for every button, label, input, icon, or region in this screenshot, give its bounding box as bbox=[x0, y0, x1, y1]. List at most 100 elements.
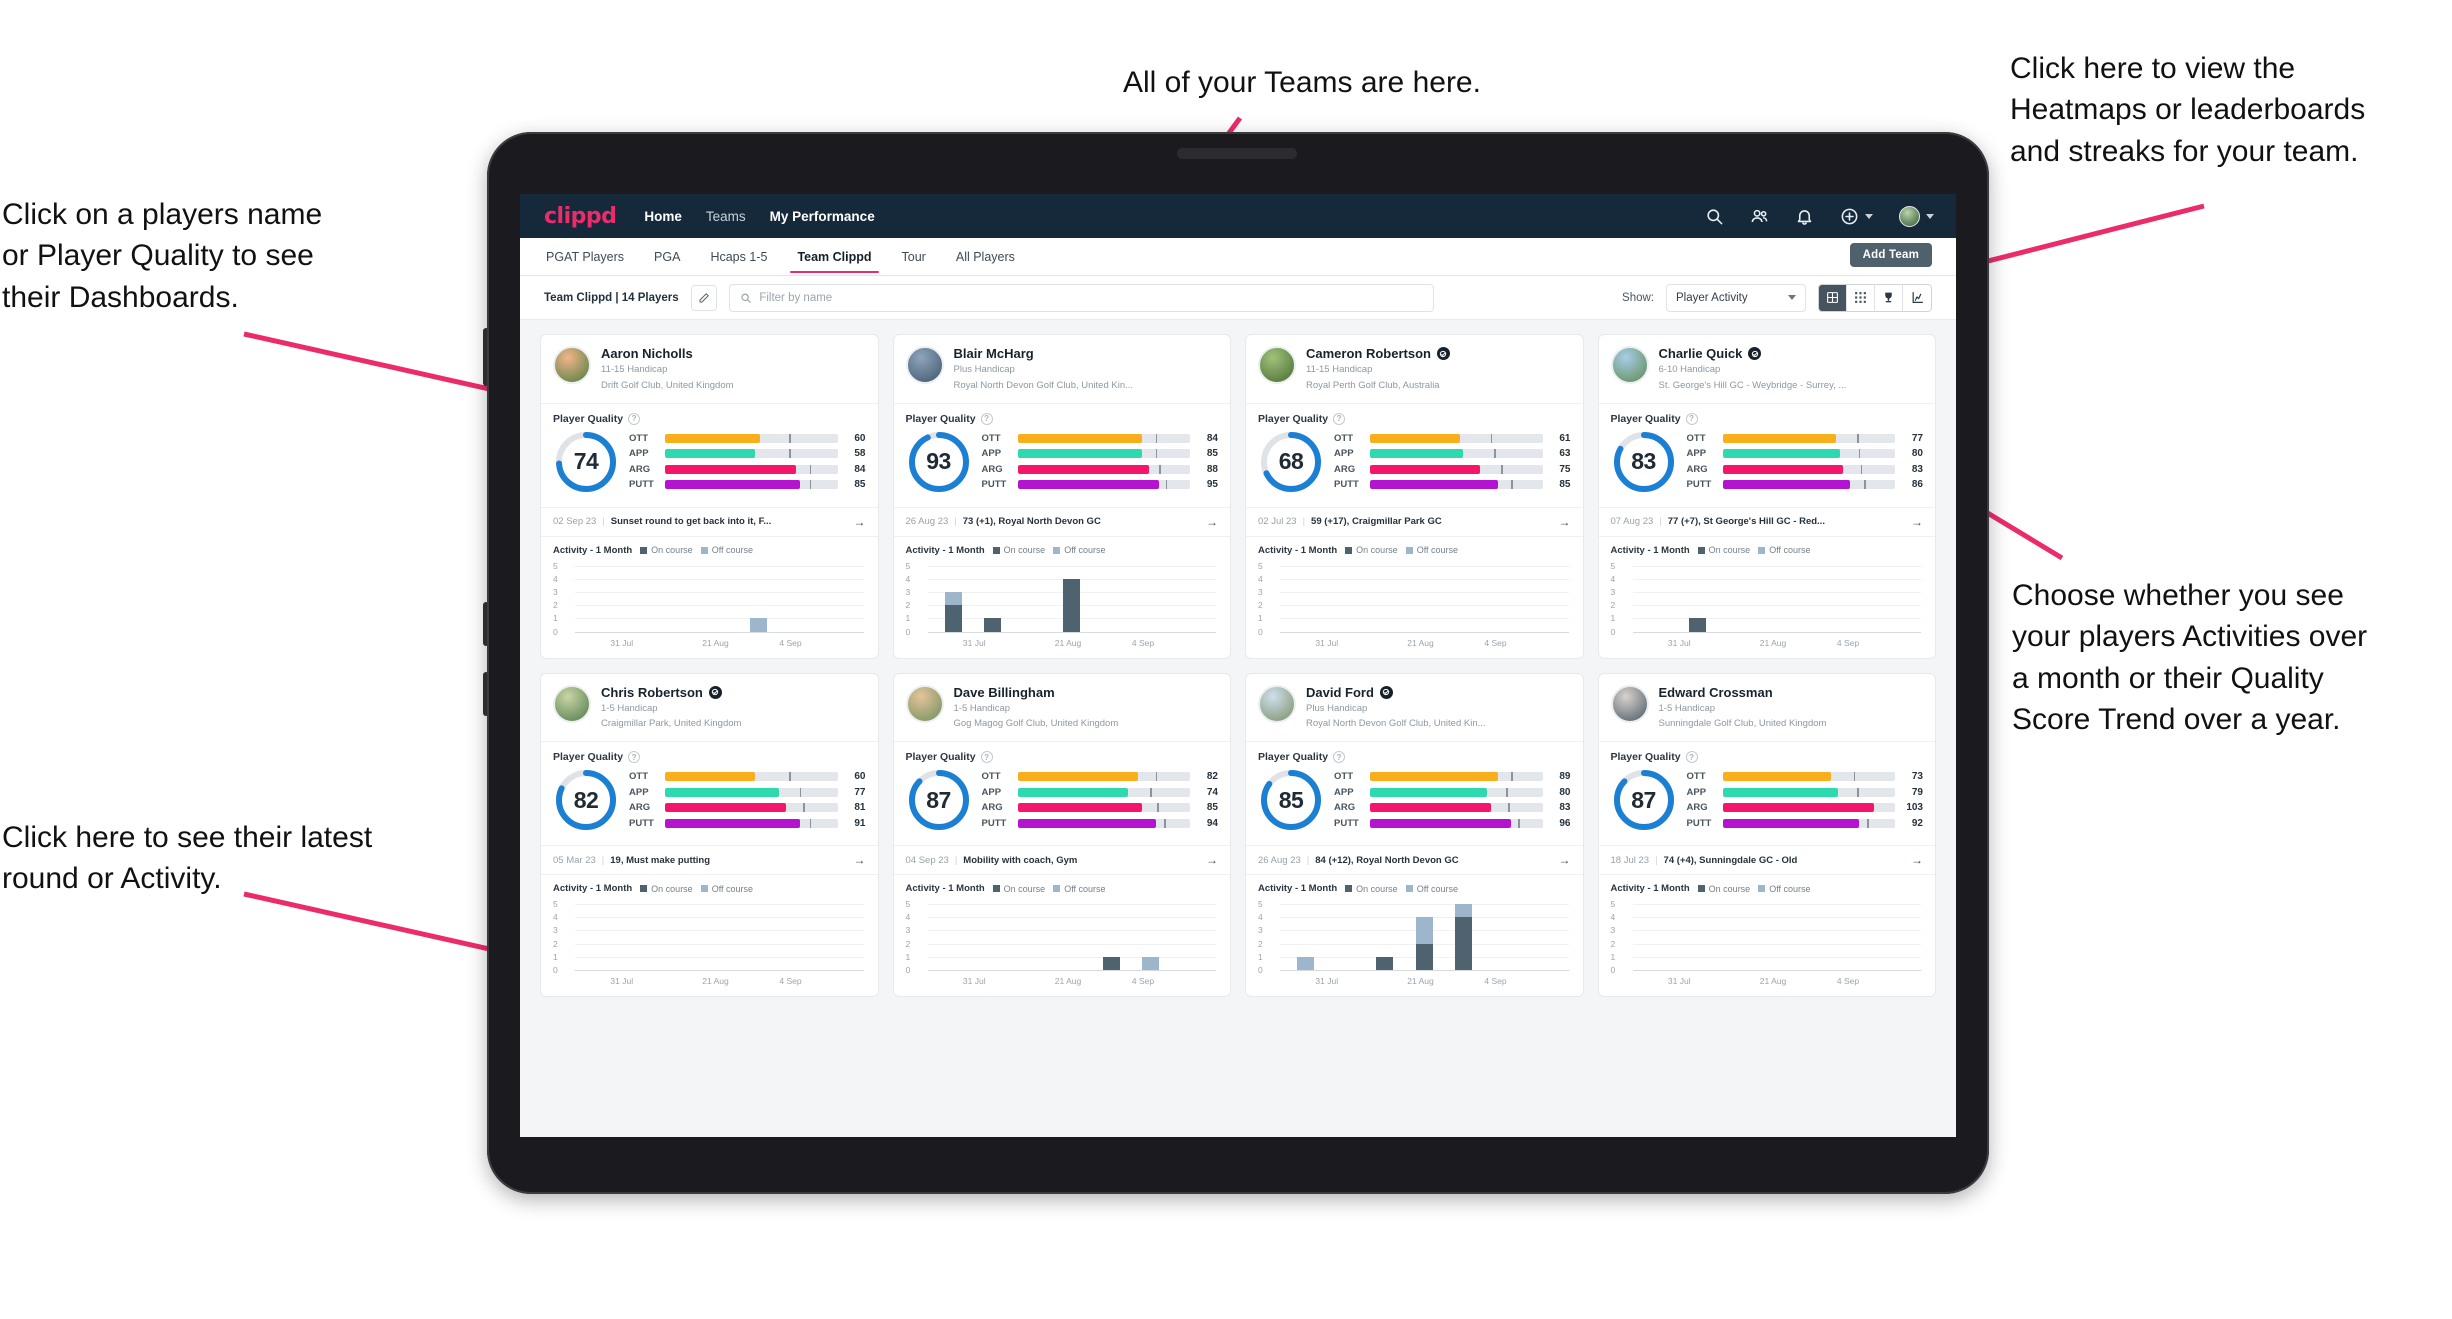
device-side-button[interactable] bbox=[483, 672, 489, 716]
nav-my-performance[interactable]: My Performance bbox=[770, 209, 875, 224]
tab-team-clippd[interactable]: Team Clippd bbox=[790, 240, 879, 273]
player-quality-section[interactable]: Player Quality? 85 OTT 89 APP 80 ARG 83 PUTT 96 bbox=[1246, 741, 1583, 845]
tab-all-players[interactable]: All Players bbox=[954, 240, 1017, 273]
player-name-row[interactable]: Blair McHarg bbox=[954, 346, 1134, 361]
player-quality-section[interactable]: Player Quality? 87 OTT 82 APP 74 ARG 85 PUTT 94 bbox=[893, 741, 1230, 845]
search-box[interactable] bbox=[728, 283, 1434, 312]
player-card[interactable]: Aaron Nicholls 11-15 Handicap Drift Golf C… bbox=[540, 334, 879, 659]
nav-home[interactable]: Home bbox=[644, 209, 682, 224]
arrow-right-icon[interactable]: → bbox=[1911, 853, 1923, 867]
player-card-header[interactable]: Aaron Nicholls 11-15 Handicap Drift Golf C… bbox=[541, 335, 878, 403]
avatar[interactable] bbox=[1610, 684, 1649, 723]
streak-icon[interactable] bbox=[1903, 284, 1931, 311]
tab-pga[interactable]: PGA bbox=[652, 240, 682, 273]
player-name-row[interactable]: Chris Robertson bbox=[601, 685, 741, 700]
quality-score-donut[interactable]: 83 bbox=[1611, 429, 1677, 495]
player-name-row[interactable]: David Ford bbox=[1306, 685, 1486, 700]
help-icon[interactable]: ? bbox=[980, 412, 993, 425]
help-icon[interactable]: ? bbox=[1333, 412, 1346, 425]
people-icon[interactable] bbox=[1750, 207, 1769, 226]
avatar[interactable] bbox=[553, 346, 591, 384]
show-select[interactable]: Player Activity bbox=[1666, 283, 1806, 312]
player-card[interactable]: Dave Billingham 1-5 Handicap Gog Magog Gol… bbox=[892, 672, 1231, 998]
player-card[interactable]: Edward Crossman 1-5 Handicap Sunningdale G… bbox=[1597, 672, 1936, 998]
player-quality-section[interactable]: Player Quality? 68 OTT 61 APP 63 ARG 75 PUTT 85 bbox=[1246, 402, 1583, 507]
latest-round-row[interactable]: 04 Sep 23 | Mobility with coach, Gym → bbox=[893, 845, 1230, 876]
latest-round-row[interactable]: 02 Jul 23 | 59 (+17), Craigmillar Park GC → bbox=[1246, 506, 1583, 537]
player-quality-section[interactable]: Player Quality? 93 OTT 84 APP 85 ARG 88 PUTT 95 bbox=[893, 402, 1230, 507]
player-card-header[interactable]: Chris Robertson 1-5 Handicap Craigmillar P… bbox=[541, 674, 878, 742]
avatar[interactable] bbox=[1258, 346, 1296, 384]
help-icon[interactable]: ? bbox=[628, 751, 641, 764]
player-quality-section[interactable]: Player Quality? 83 OTT 77 APP 80 ARG 83 PUTT 86 bbox=[1598, 402, 1935, 507]
search-input[interactable] bbox=[759, 291, 1423, 304]
latest-round-row[interactable]: 18 Jul 23 | 74 (+4), Sunningdale GC - Old → bbox=[1598, 845, 1935, 876]
quality-score-donut[interactable]: 74 bbox=[553, 429, 619, 495]
avatar[interactable] bbox=[553, 684, 591, 723]
arrow-right-icon[interactable]: → bbox=[1206, 515, 1218, 529]
player-name[interactable]: David Ford bbox=[1306, 685, 1374, 700]
trophy-icon[interactable] bbox=[1875, 284, 1903, 311]
player-name[interactable]: Chris Robertson bbox=[601, 685, 703, 700]
avatar[interactable] bbox=[1258, 684, 1296, 723]
tab-pgat-players[interactable]: PGAT Players bbox=[544, 240, 626, 273]
player-card[interactable]: Cameron Robertson 11-15 Handicap Royal Per… bbox=[1245, 334, 1584, 659]
player-name-row[interactable]: Dave Billingham bbox=[954, 685, 1119, 700]
player-name-row[interactable]: Charlie Quick bbox=[1659, 346, 1847, 361]
player-quality-section[interactable]: Player Quality? 74 OTT 60 APP 58 ARG 84 PUTT 85 bbox=[541, 402, 878, 507]
arrow-right-icon[interactable]: → bbox=[1559, 515, 1571, 529]
player-card-header[interactable]: Charlie Quick 6-10 Handicap St. George's H… bbox=[1599, 335, 1936, 403]
device-volume-button[interactable] bbox=[483, 328, 489, 386]
add-team-button[interactable]: Add Team bbox=[1849, 243, 1932, 267]
split-view-icon[interactable] bbox=[1819, 284, 1847, 311]
latest-round-row[interactable]: 26 Aug 23 | 73 (+1), Royal North Devon GC → bbox=[893, 506, 1230, 537]
player-card[interactable]: Chris Robertson 1-5 Handicap Craigmillar P… bbox=[540, 672, 879, 998]
player-card-header[interactable]: Cameron Robertson 11-15 Handicap Royal Per… bbox=[1246, 335, 1583, 403]
avatar[interactable] bbox=[1899, 205, 1920, 227]
user-menu[interactable] bbox=[1899, 205, 1934, 227]
arrow-right-icon[interactable]: → bbox=[854, 853, 866, 867]
help-icon[interactable]: ? bbox=[1685, 412, 1698, 425]
player-name[interactable]: Cameron Robertson bbox=[1306, 346, 1431, 361]
latest-round-row[interactable]: 05 Mar 23 | 19, Must make putting → bbox=[541, 845, 878, 876]
player-name[interactable]: Edward Crossman bbox=[1659, 685, 1773, 700]
player-name-row[interactable]: Cameron Robertson bbox=[1306, 346, 1450, 361]
help-icon[interactable]: ? bbox=[1685, 751, 1698, 764]
arrow-right-icon[interactable]: → bbox=[854, 515, 866, 529]
player-name-row[interactable]: Edward Crossman bbox=[1659, 685, 1827, 700]
player-card[interactable]: David Ford Plus Handicap Royal North Devon… bbox=[1245, 672, 1584, 998]
quality-score-donut[interactable]: 87 bbox=[1611, 767, 1677, 833]
latest-round-row[interactable]: 26 Aug 23 | 84 (+12), Royal North Devon GC… bbox=[1246, 845, 1583, 876]
player-name-row[interactable]: Aaron Nicholls bbox=[601, 346, 734, 361]
quality-score-donut[interactable]: 87 bbox=[906, 767, 972, 833]
latest-round-row[interactable]: 07 Aug 23 | 77 (+7), St George's Hill GC -… bbox=[1598, 506, 1935, 537]
add-menu[interactable] bbox=[1840, 207, 1873, 226]
tab-tour[interactable]: Tour bbox=[900, 240, 928, 273]
help-icon[interactable]: ? bbox=[980, 751, 993, 764]
help-icon[interactable]: ? bbox=[1333, 751, 1346, 764]
help-icon[interactable]: ? bbox=[628, 412, 641, 425]
player-card-header[interactable]: Dave Billingham 1-5 Handicap Gog Magog Gol… bbox=[894, 674, 1231, 742]
player-card-header[interactable]: David Ford Plus Handicap Royal North Devon… bbox=[1246, 674, 1583, 742]
player-quality-section[interactable]: Player Quality? 82 OTT 60 APP 77 ARG 81 PUTT 91 bbox=[541, 741, 878, 845]
clippd-logo[interactable]: clippd bbox=[544, 204, 617, 229]
grid-view-icon[interactable] bbox=[1847, 284, 1875, 311]
search-icon[interactable] bbox=[1705, 207, 1724, 226]
plus-circle-icon[interactable] bbox=[1840, 207, 1859, 226]
player-name[interactable]: Aaron Nicholls bbox=[601, 346, 693, 361]
quality-score-donut[interactable]: 82 bbox=[553, 767, 619, 833]
player-card[interactable]: Charlie Quick 6-10 Handicap St. George's H… bbox=[1597, 334, 1936, 659]
player-name[interactable]: Blair McHarg bbox=[954, 346, 1034, 361]
latest-round-row[interactable]: 02 Sep 23 | Sunset round to get back into … bbox=[541, 506, 878, 537]
quality-score-donut[interactable]: 68 bbox=[1258, 429, 1324, 495]
avatar[interactable] bbox=[905, 346, 944, 384]
quality-score-donut[interactable]: 93 bbox=[906, 429, 972, 495]
player-quality-section[interactable]: Player Quality? 87 OTT 73 APP 79 ARG 103 PUTT 92 bbox=[1598, 741, 1935, 845]
edit-team-button[interactable] bbox=[690, 284, 717, 311]
arrow-right-icon[interactable]: → bbox=[1911, 515, 1923, 529]
avatar[interactable] bbox=[1610, 346, 1649, 384]
nav-teams[interactable]: Teams bbox=[706, 209, 746, 224]
device-power-button[interactable] bbox=[483, 602, 489, 646]
avatar[interactable] bbox=[905, 684, 944, 723]
player-name[interactable]: Dave Billingham bbox=[954, 685, 1055, 700]
